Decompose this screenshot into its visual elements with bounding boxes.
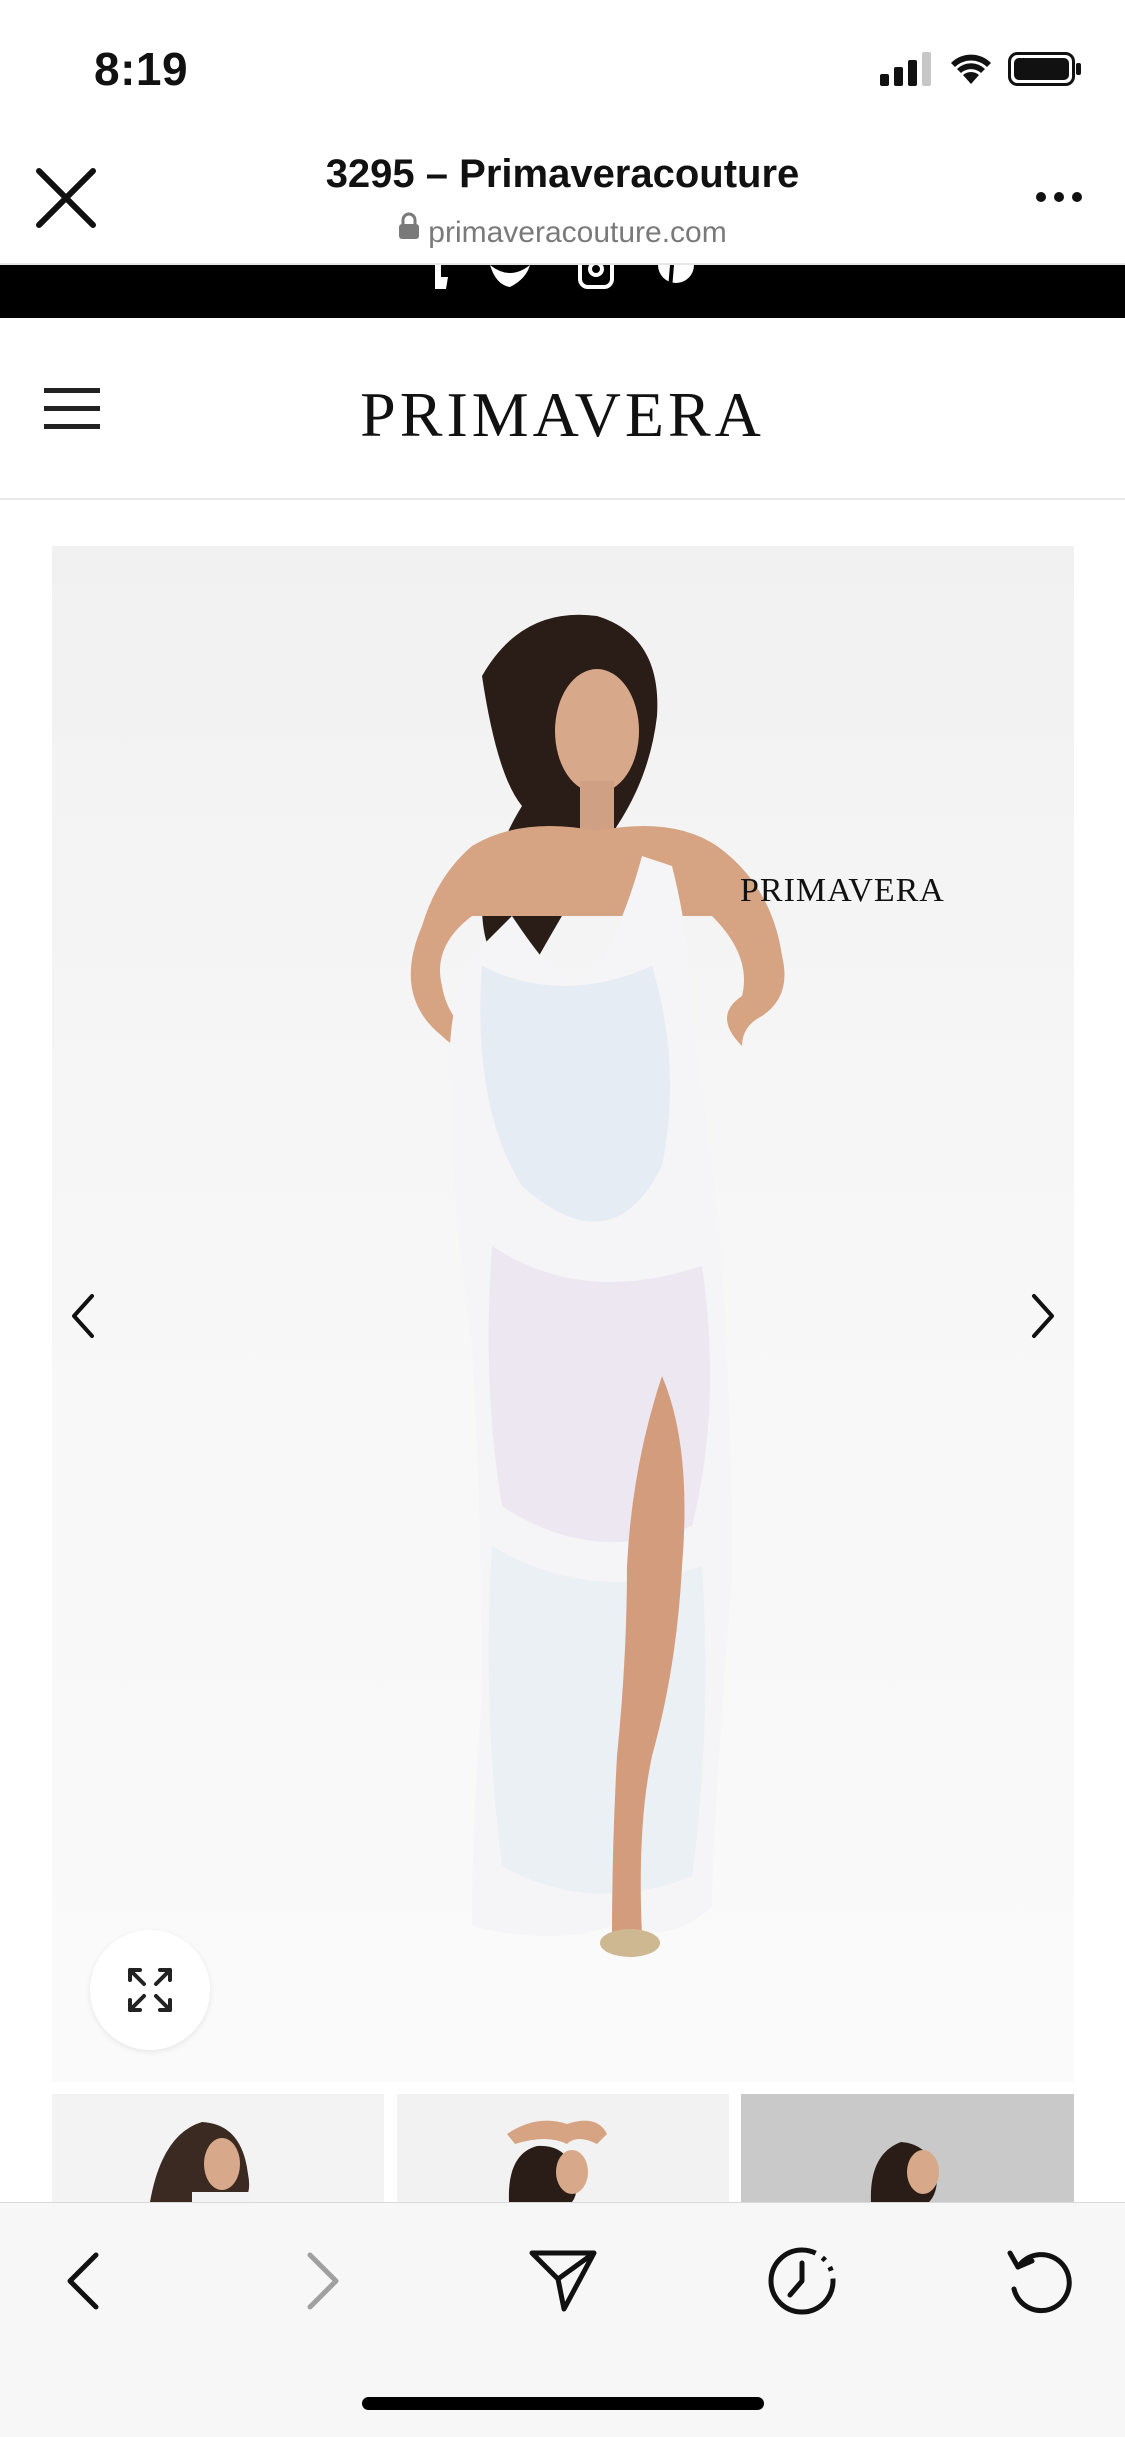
fullscreen-button[interactable] xyxy=(90,1930,210,2050)
product-main-image[interactable]: PRIMAVERA xyxy=(52,546,1074,2082)
facebook-icon[interactable] xyxy=(428,265,448,289)
expand-icon xyxy=(128,1968,172,2012)
thumbnail-2-image xyxy=(507,2120,607,2202)
url-text: primaveracouture.com xyxy=(428,215,727,249)
instagram-icon[interactable] xyxy=(578,265,614,289)
page-title: 3295 – Primaveracouture xyxy=(325,152,800,196)
model-dress-illustration xyxy=(410,614,785,1957)
next-image-chevron-icon[interactable] xyxy=(1024,1286,1064,1346)
thumbnail-1[interactable] xyxy=(52,2094,384,2202)
reload-icon[interactable] xyxy=(1004,2245,1074,2317)
thumbnail-3[interactable] xyxy=(741,2094,1074,2202)
history-icon[interactable] xyxy=(766,2245,838,2317)
previous-image-chevron-icon[interactable] xyxy=(62,1286,102,1346)
home-indicator xyxy=(362,2397,764,2410)
forward-icon[interactable] xyxy=(300,2249,344,2313)
back-icon[interactable] xyxy=(62,2249,106,2313)
more-options-icon[interactable] xyxy=(1034,190,1084,204)
url-row[interactable]: primaveracouture.com xyxy=(0,212,1125,252)
battery-icon xyxy=(1008,52,1081,86)
social-bar xyxy=(0,265,1125,318)
cellular-signal-icon xyxy=(880,52,931,86)
image-brand-watermark: PRIMAVERA xyxy=(740,872,945,909)
share-icon[interactable] xyxy=(528,2247,598,2313)
pinterest-icon[interactable] xyxy=(658,265,694,289)
wifi-icon xyxy=(951,54,991,84)
twitter-icon[interactable] xyxy=(490,265,530,287)
lock-icon xyxy=(399,212,420,239)
thumbnail-3-image xyxy=(870,2142,939,2202)
status-time: 8:19 xyxy=(94,43,189,95)
site-logo[interactable]: PRIMAVERA xyxy=(0,378,1125,452)
thumbnail-2[interactable] xyxy=(397,2094,729,2202)
thumbnail-1-image xyxy=(150,2122,252,2202)
site-header-divider xyxy=(0,498,1125,500)
